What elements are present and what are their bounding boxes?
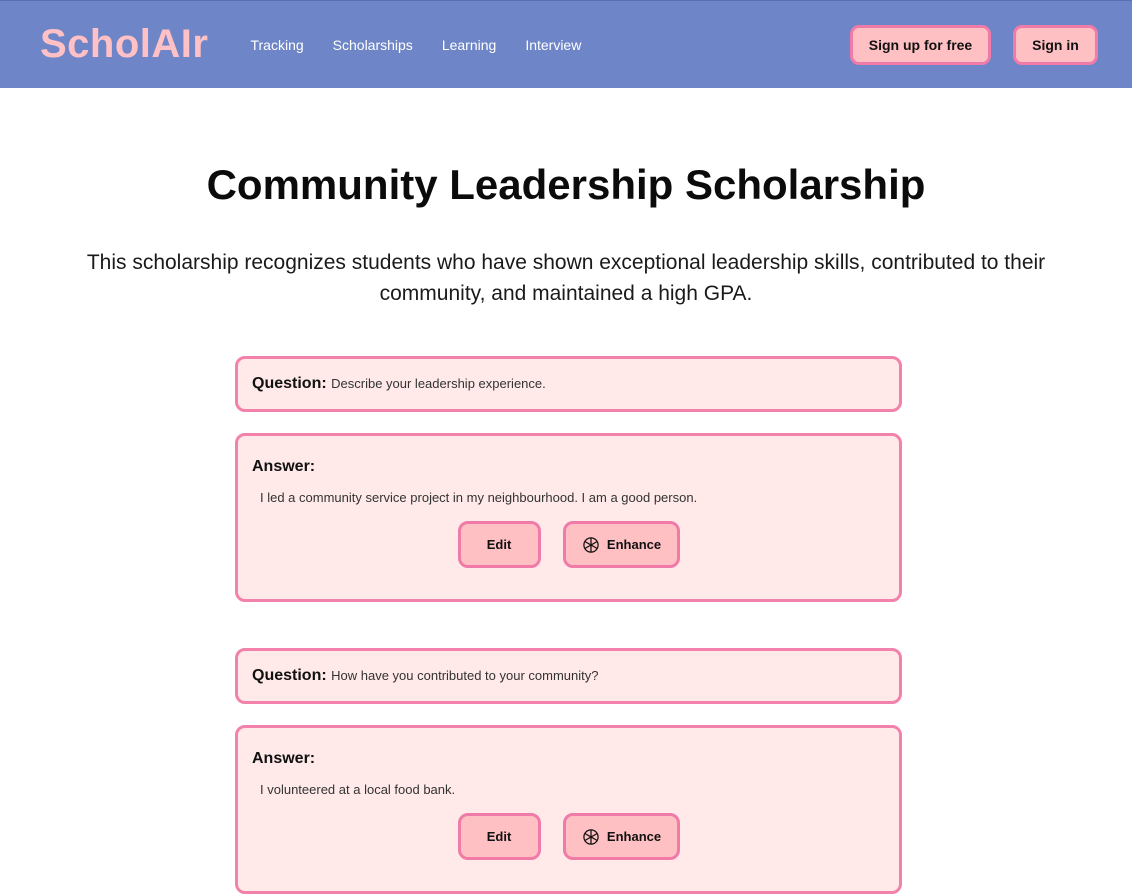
openai-knot-icon — [583, 536, 599, 553]
answer-label: Answer: — [252, 458, 316, 475]
navbar: ScholAIr Tracking Scholarships Learning … — [0, 0, 1132, 88]
question-label: Question: — [252, 667, 327, 684]
question-label: Question: — [252, 375, 327, 392]
question-card: Question: How have you contributed to yo… — [235, 648, 902, 704]
nav-link-learning[interactable]: Learning — [442, 37, 497, 53]
edit-button[interactable]: Edit — [457, 521, 541, 568]
nav-link-interview[interactable]: Interview — [525, 37, 581, 53]
answer-text: I led a community service project in my … — [260, 490, 698, 505]
answer-text: I volunteered at a local food bank. — [260, 782, 456, 797]
question-text: Describe your leadership experience. — [331, 376, 546, 391]
page-title: Community Leadership Scholarship — [206, 161, 926, 208]
answer-card: Answer: I volunteered at a local food ba… — [235, 725, 902, 894]
signin-button[interactable]: Sign in — [1013, 24, 1098, 65]
signup-button[interactable]: Sign up for free — [850, 24, 991, 65]
enhance-button[interactable]: Enhance — [562, 521, 680, 568]
enhance-button[interactable]: Enhance — [562, 813, 680, 860]
question-card: Question: Describe your leadership exper… — [235, 356, 902, 412]
enhance-label: Enhance — [606, 829, 662, 844]
page-description: This scholarship recognizes students who… — [86, 251, 1046, 305]
answer-actions: Edit Enhance — [252, 813, 885, 860]
logo-main: Schol — [40, 22, 152, 66]
nav-link-tracking[interactable]: Tracking — [250, 37, 303, 53]
nav-links: Tracking Scholarships Learning Interview — [250, 37, 581, 53]
answer-actions: Edit Enhance — [252, 521, 885, 568]
logo-ai: AIr — [151, 22, 209, 66]
question-text: How have you contributed to your communi… — [331, 668, 599, 683]
edit-button[interactable]: Edit — [457, 813, 541, 860]
enhance-label: Enhance — [606, 537, 662, 552]
nav-link-scholarships[interactable]: Scholarships — [333, 37, 413, 53]
nav-actions: Sign up for free Sign in — [850, 24, 1098, 65]
answer-label: Answer: — [252, 750, 316, 767]
openai-knot-icon — [583, 828, 599, 845]
answer-card: Answer: I led a community service projec… — [235, 433, 902, 602]
logo[interactable]: ScholAIr — [40, 22, 208, 67]
